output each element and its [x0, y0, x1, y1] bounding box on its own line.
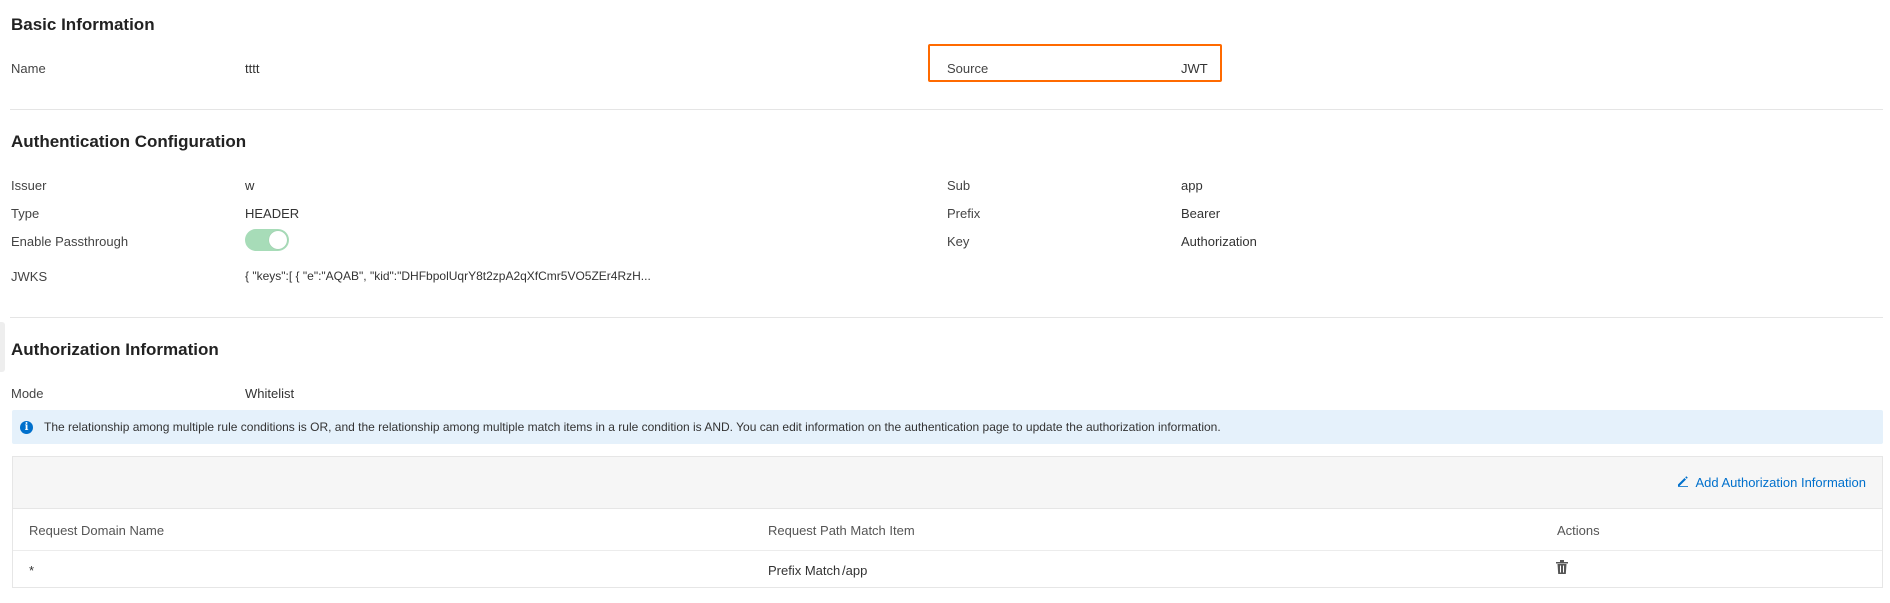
authz-notice: i The relationship among multiple rule c… [12, 410, 1883, 444]
cell-domain: * [29, 563, 35, 578]
sub-value: app [1181, 178, 1203, 193]
type-value: HEADER [245, 206, 300, 221]
key-value: Authorization [1181, 234, 1257, 249]
type-label: Type [11, 206, 40, 221]
sub-label: Sub [947, 178, 971, 193]
passthrough-toggle[interactable] [245, 229, 289, 251]
prefix-label: Prefix [947, 206, 981, 221]
add-authorization-button[interactable]: Add Authorization Information [1677, 475, 1866, 490]
issuer-label: Issuer [11, 178, 47, 193]
source-label: Source [947, 61, 989, 76]
add-authorization-label: Add Authorization Information [1695, 475, 1866, 490]
header-divider [13, 550, 1882, 551]
edit-icon [1677, 475, 1689, 490]
key-label: Key [947, 234, 970, 249]
col-header-path: Request Path Match Item [768, 523, 915, 538]
jwks-value: { "keys":[ { "e":"AQAB", "kid":"DHFbpolU… [245, 269, 651, 283]
table-toolbar: Add Authorization Information [13, 457, 1882, 509]
trash-icon[interactable] [1556, 560, 1568, 579]
jwks-label: JWKS [11, 269, 48, 284]
col-header-actions: Actions [1557, 523, 1600, 538]
basic-info-title: Basic Information [11, 15, 155, 34]
mode-label: Mode [11, 386, 44, 401]
side-collapse-handle[interactable] [0, 322, 5, 372]
name-label: Name [11, 61, 46, 76]
cell-match-type: Prefix Match [768, 563, 841, 578]
col-header-domain: Request Domain Name [29, 523, 165, 538]
section-divider [10, 109, 1883, 110]
section-divider [10, 317, 1883, 318]
notice-text: The relationship among multiple rule con… [44, 420, 1221, 434]
passthrough-label: Enable Passthrough [11, 234, 129, 249]
prefix-value: Bearer [1181, 206, 1221, 221]
source-value: JWT [1181, 61, 1208, 76]
name-value: tttt [245, 61, 260, 76]
info-icon: i [20, 421, 33, 434]
issuer-value: w [245, 178, 255, 193]
auth-config-title: Authentication Configuration [11, 132, 247, 151]
cell-path: /app [842, 563, 868, 578]
authz-table: Add Authorization Information Request Do… [12, 456, 1883, 588]
mode-value: Whitelist [245, 386, 295, 401]
toggle-knob [269, 231, 287, 249]
authz-title: Authorization Information [11, 340, 219, 359]
